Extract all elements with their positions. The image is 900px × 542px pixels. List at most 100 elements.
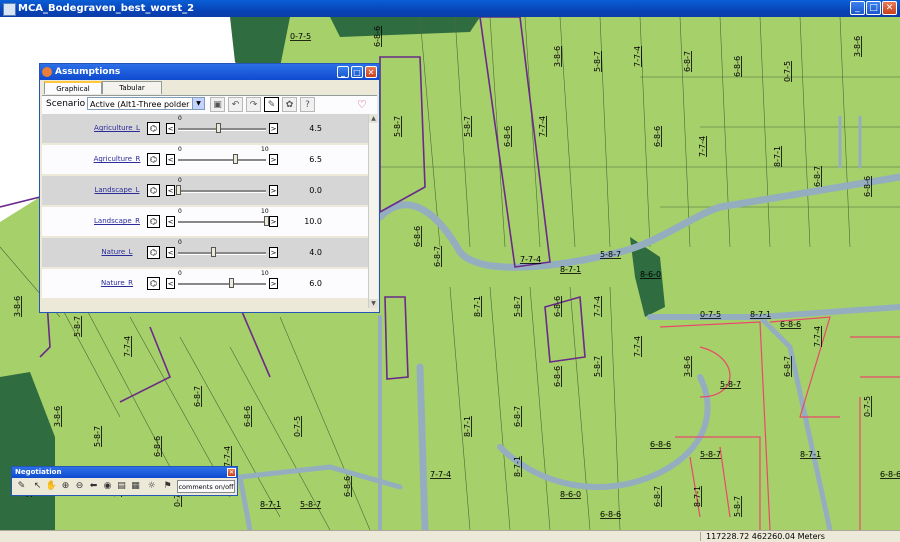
- parcel-label: 7-7-4: [633, 336, 642, 357]
- zoom-in-icon[interactable]: ⊕: [59, 480, 72, 493]
- parcel-label: 6-8-6: [863, 176, 872, 197]
- redo-icon[interactable]: ↷: [246, 97, 261, 112]
- zoom-out-icon[interactable]: ⊖: [73, 480, 86, 493]
- parcel-label: 7-7-4: [813, 326, 822, 347]
- document-icon[interactable]: ▤: [115, 480, 128, 493]
- tab-tabular[interactable]: Tabular: [102, 81, 162, 94]
- slider-max-tick: 10: [261, 146, 269, 153]
- parcel-label: 6-8-6: [780, 320, 801, 329]
- parcel-label: 5-8-7: [393, 116, 402, 137]
- lightbulb-icon[interactable]: ☼: [145, 480, 158, 493]
- maximize-button[interactable]: □: [866, 1, 881, 15]
- table-icon[interactable]: ▦: [129, 480, 142, 493]
- criteria-list: Agriculture_L ⌬ 0 < > 4.5 Agriculture_R …: [42, 114, 368, 306]
- weight-icon[interactable]: ⌬: [147, 153, 160, 166]
- comments-toggle-button[interactable]: comments on/off: [177, 480, 235, 493]
- parcel-label: 6-8-7: [433, 246, 442, 267]
- criterion-label[interactable]: Nature_R: [77, 279, 157, 287]
- assumptions-titlebar[interactable]: Assumptions _ □ ✕: [40, 64, 379, 80]
- slider-thumb[interactable]: [233, 154, 239, 164]
- close-button[interactable]: ✕: [882, 1, 897, 15]
- tab-graphical[interactable]: Graphical: [44, 81, 102, 94]
- slider-increase-button[interactable]: >: [269, 154, 278, 165]
- weight-icon[interactable]: ⌬: [147, 277, 160, 290]
- weight-icon[interactable]: ⌬: [147, 215, 160, 228]
- weight-icon[interactable]: ⌬: [147, 246, 160, 259]
- negotiation-toolbar: Negotiation ✕ ✎ ↖ ✋ ⊕ ⊖ ⬅ ◉ ▤ ▦ ☼ ⚑ comm…: [11, 466, 238, 496]
- pan-icon[interactable]: ✋: [45, 480, 58, 493]
- criterion-value: 10.0: [304, 217, 322, 226]
- slider-decrease-button[interactable]: <: [166, 123, 175, 134]
- palette-icon[interactable]: ✿: [282, 97, 297, 112]
- parcel-label: 7-7-4: [633, 46, 642, 67]
- slider-thumb[interactable]: [228, 278, 234, 288]
- scroll-down-icon[interactable]: ▼: [369, 299, 378, 308]
- slider-track[interactable]: [178, 123, 266, 133]
- save-icon[interactable]: ▣: [210, 97, 225, 112]
- criterion-value: 4.0: [309, 248, 322, 257]
- slider-increase-button[interactable]: >: [269, 123, 278, 134]
- parcel-label: 8-7-1: [800, 450, 821, 459]
- parcel-label: 5-8-7: [513, 296, 522, 317]
- assumptions-close-button[interactable]: ✕: [365, 66, 377, 78]
- parcel-label: 6-8-6: [733, 56, 742, 77]
- scroll-up-icon[interactable]: ▲: [369, 114, 378, 123]
- slider-thumb[interactable]: [215, 123, 221, 133]
- slider-min-tick: 0: [178, 115, 182, 122]
- parcel-label: 5-8-7: [593, 356, 602, 377]
- slider-track[interactable]: [178, 247, 266, 257]
- slider-decrease-button[interactable]: <: [166, 247, 175, 258]
- criterion-label[interactable]: Nature_L: [77, 248, 157, 256]
- parcel-label: 8-7-1: [513, 456, 522, 477]
- criterion-label[interactable]: Agriculture_L: [77, 124, 157, 132]
- scenario-select[interactable]: Active (Alt1-Three polder un ▼: [87, 97, 205, 110]
- weight-icon[interactable]: ⌬: [147, 122, 160, 135]
- slider-increase-button[interactable]: >: [269, 278, 278, 289]
- slider-decrease-button[interactable]: <: [166, 278, 175, 289]
- negotiation-close-button[interactable]: ✕: [227, 468, 236, 477]
- flag-icon[interactable]: ⚑: [161, 480, 174, 493]
- slider-increase-button[interactable]: >: [269, 216, 278, 227]
- back-icon[interactable]: ⬅: [87, 480, 100, 493]
- slider-min-tick: 0: [178, 177, 182, 184]
- scenario-label: Scenario: [46, 99, 86, 109]
- parcel-label: 8-6-0: [560, 490, 581, 499]
- criterion-row: Agriculture_L ⌬ 0 < > 4.5: [42, 114, 368, 143]
- edit-icon[interactable]: ✎: [264, 97, 279, 112]
- slider-max-tick: 10: [261, 270, 269, 277]
- slider-thumb[interactable]: [176, 185, 181, 195]
- negotiation-title[interactable]: Negotiation: [12, 467, 237, 478]
- parcel-label: 6-8-6: [153, 436, 162, 457]
- slider-thumb[interactable]: [211, 247, 217, 257]
- chevron-down-icon[interactable]: ▼: [192, 98, 204, 109]
- criterion-row: Landscape_R ⌬ 0 10 < > 10.0: [42, 207, 368, 236]
- slider-increase-button[interactable]: >: [269, 185, 278, 196]
- criterion-value: 6.5: [309, 155, 322, 164]
- criterion-label[interactable]: Landscape_L: [77, 186, 157, 194]
- criterion-label[interactable]: Agriculture_R: [77, 155, 157, 163]
- status-separator: [700, 532, 701, 541]
- slider-track[interactable]: [178, 216, 269, 226]
- parcel-label: 6-8-6: [600, 510, 621, 519]
- criteria-scrollbar[interactable]: ▲ ▼: [368, 114, 378, 308]
- arrow-icon[interactable]: ↖: [31, 480, 44, 493]
- parcel-label: 3-8-6: [53, 406, 62, 427]
- assumptions-maximize-button[interactable]: □: [351, 66, 363, 78]
- criterion-label[interactable]: Landscape_R: [77, 217, 157, 225]
- slider-decrease-button[interactable]: <: [166, 154, 175, 165]
- slider-track[interactable]: [178, 278, 266, 288]
- slider-increase-button[interactable]: >: [269, 247, 278, 258]
- slider-decrease-button[interactable]: <: [166, 185, 175, 196]
- assumptions-minimize-button[interactable]: _: [337, 66, 349, 78]
- globe-icon[interactable]: ◉: [101, 480, 114, 493]
- undo-icon[interactable]: ↶: [228, 97, 243, 112]
- help-icon[interactable]: ?: [300, 97, 315, 112]
- minimize-button[interactable]: _: [850, 1, 865, 15]
- slider-track[interactable]: [178, 154, 266, 164]
- pencil-icon[interactable]: ✎: [15, 480, 28, 493]
- slider-decrease-button[interactable]: <: [166, 216, 175, 227]
- parcel-label: 5-8-7: [700, 450, 721, 459]
- weight-icon[interactable]: ⌬: [147, 184, 160, 197]
- slider-track[interactable]: [176, 185, 266, 195]
- app-icon: [3, 3, 16, 16]
